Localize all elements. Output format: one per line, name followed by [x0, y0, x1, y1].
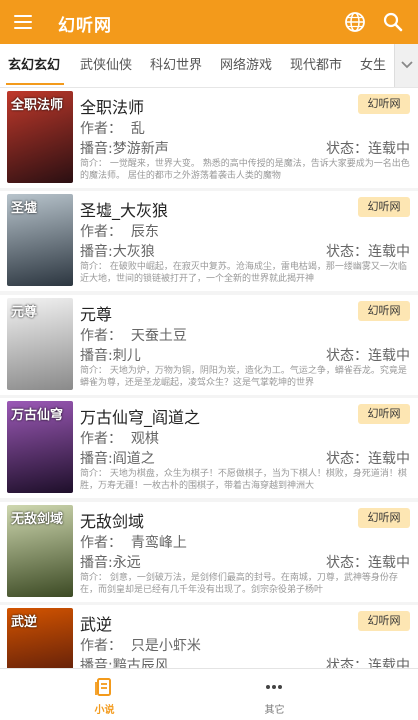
- book-card[interactable]: 武逆 武逆 幻听网 作者： 只是小虾米 播音:黯古辰风 状态：连载中: [0, 605, 418, 668]
- book-author: 作者： 辰东: [80, 224, 159, 240]
- book-cover: 无敌剑域: [7, 505, 73, 597]
- book-title: 万古仙穹_阎道之: [80, 408, 201, 427]
- book-icon: [94, 677, 114, 697]
- tab-kehuan[interactable]: 科幻世界: [150, 44, 202, 87]
- book-cover: 武逆: [7, 608, 73, 668]
- book-card[interactable]: 全职法师 全职法师 幻听网 作者： 乱 播音:梦游新声 状态：连载中 简介： 一…: [0, 88, 418, 188]
- book-title: 无敌剑域: [80, 512, 145, 531]
- app-bar: 幻听网: [0, 0, 418, 44]
- source-badge: 幻听网: [358, 197, 410, 217]
- menu-icon[interactable]: [12, 10, 36, 34]
- book-cover: 万古仙穹: [7, 401, 73, 493]
- book-status: 状态：连载中: [326, 658, 410, 668]
- source-badge: 幻听网: [358, 301, 410, 321]
- chevron-down-icon: [401, 61, 413, 69]
- book-cover: 全职法师: [7, 91, 73, 183]
- book-author: 作者： 观棋: [80, 431, 159, 447]
- book-card[interactable]: 无敌剑域 无敌剑域 幻听网 作者： 青鸾峰上 播音:永远 状态：连载中 简介： …: [0, 502, 418, 602]
- source-badge: 幻听网: [358, 611, 410, 631]
- book-card[interactable]: 圣墟 圣墟_大灰狼 幻听网 作者： 辰东 播音:大灰狼 状态：连载中 简介： 在…: [0, 191, 418, 291]
- book-status: 状态：连载中: [326, 555, 410, 571]
- book-intro: 简介： 天地为棋盘，众生为棋子！不愿做棋子，当为下棋人！棋败，身死道消！棋胜，万…: [80, 469, 407, 491]
- active-tab-indicator: [6, 83, 64, 85]
- book-card[interactable]: 元尊 元尊 幻听网 作者： 天蚕土豆 播音:刺儿 状态：连载中 简介： 天地为炉…: [0, 295, 418, 395]
- tab-wangyou[interactable]: 网络游戏: [220, 44, 272, 87]
- source-badge: 幻听网: [358, 508, 410, 528]
- source-badge: 幻听网: [358, 94, 410, 114]
- globe-icon[interactable]: [344, 11, 366, 33]
- book-author: 作者： 乱: [80, 121, 145, 137]
- book-card[interactable]: 万古仙穹 万古仙穹_阎道之 幻听网 作者： 观棋 播音:阎道之 状态：连载中 简…: [0, 398, 418, 498]
- source-badge: 幻听网: [358, 404, 410, 424]
- book-intro: 简介： 一觉醒来，世界大变。 熟悉的高中传授的是魔法，告诉大家要成为一名出色的魔…: [80, 159, 410, 181]
- nav-other-label: 其它: [264, 705, 285, 716]
- book-title: 圣墟_大灰狼: [80, 201, 169, 220]
- search-icon[interactable]: [382, 11, 404, 33]
- book-title: 元尊: [80, 305, 113, 324]
- app-title: 幻听网: [58, 16, 112, 36]
- book-cover: 圣墟: [7, 194, 73, 286]
- book-status: 状态：连载中: [326, 141, 410, 157]
- book-status: 状态：连载中: [326, 451, 410, 467]
- tab-expand-button[interactable]: [394, 44, 418, 87]
- book-intro: 简介： 在破败中崛起，在寂灭中复苏。沧海成尘，雷电枯竭，那一缕幽雾又一次临近大地…: [80, 262, 407, 284]
- book-narrator: 播音:永远: [80, 555, 141, 571]
- tab-wuxia[interactable]: 武侠仙侠: [80, 44, 132, 87]
- book-title: 武逆: [80, 615, 113, 634]
- category-tabs: 玄幻玄幻 武侠仙侠 科幻世界 网络游戏 现代都市 女生: [0, 44, 418, 88]
- tab-dushi[interactable]: 现代都市: [290, 44, 342, 87]
- book-author: 作者： 天蚕土豆: [80, 328, 187, 344]
- book-author: 作者： 只是小虾米: [80, 638, 201, 654]
- book-narrator: 播音:刺儿: [80, 348, 141, 364]
- book-list: 全职法师 全职法师 幻听网 作者： 乱 播音:梦游新声 状态：连载中 简介： 一…: [0, 88, 418, 668]
- book-status: 状态：连载中: [326, 348, 410, 364]
- book-narrator: 播音:黯古辰风: [80, 658, 169, 668]
- book-author: 作者： 青鸾峰上: [80, 535, 187, 551]
- book-cover: 元尊: [7, 298, 73, 390]
- book-narrator: 播音:大灰狼: [80, 244, 155, 260]
- tab-nvsheng[interactable]: 女生: [360, 44, 386, 87]
- bottom-nav: 小说 其它: [0, 668, 418, 720]
- tab-xuanhuan[interactable]: 玄幻玄幻: [8, 44, 60, 87]
- book-narrator: 播音:阎道之: [80, 451, 155, 467]
- nav-other[interactable]: 其它: [170, 669, 379, 720]
- book-status: 状态：连载中: [326, 244, 410, 260]
- book-narrator: 播音:梦游新声: [80, 141, 169, 157]
- book-title: 全职法师: [80, 98, 145, 117]
- more-icon: [264, 677, 284, 697]
- book-intro: 简介： 剑意，一剑破万法，是剑修们最高的封号。在南城，刀尊，武神等身份存在，而剑…: [80, 573, 398, 595]
- book-intro: 简介： 天地为炉，万物为铜，阴阳为炭，造化为工。气运之争，蟒雀吞龙。究竟是蟒雀为…: [80, 366, 407, 388]
